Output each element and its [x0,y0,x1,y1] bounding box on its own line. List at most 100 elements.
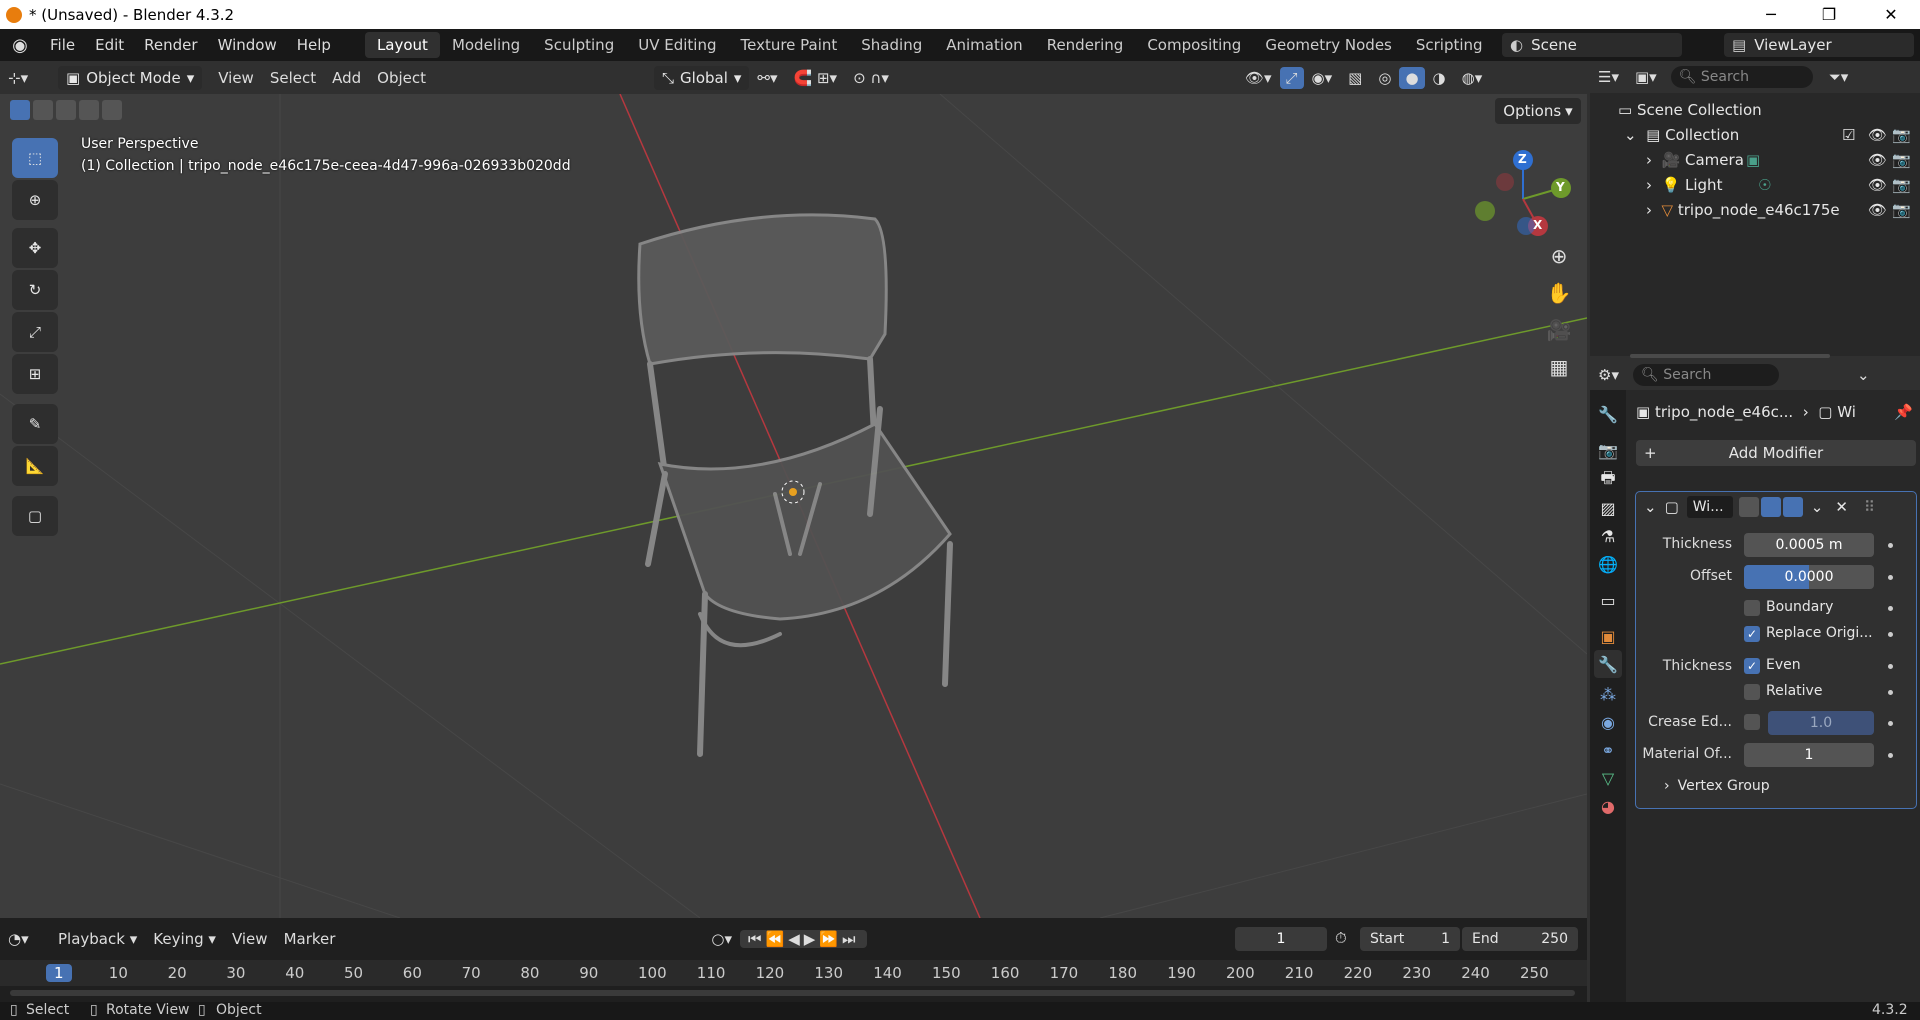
eye-icon[interactable]: 👁 [1868,126,1887,144]
tab-texture-paint[interactable]: Texture Paint [728,32,849,58]
keyframe-dot-icon[interactable] [1888,575,1893,580]
outliner-row-light[interactable]: › 💡 Light ☉ 👁 📷 [1590,172,1920,197]
scene-selector[interactable]: ◐ Scene [1502,33,1682,57]
tab-modeling[interactable]: Modeling [440,32,532,58]
tab-compositing[interactable]: Compositing [1135,32,1253,58]
outliner-row-scene-collection[interactable]: ▭ Scene Collection [1590,97,1920,122]
menu-edit[interactable]: Edit [85,36,134,54]
outliner-row-tripo-node[interactable]: › ▽ tripo_node_e46c175e 👁 📷 [1590,197,1920,222]
view-layer-tab-icon[interactable]: ▨ [1594,494,1622,522]
tab-rendering[interactable]: Rendering [1035,32,1136,58]
select-box-tool-icon[interactable]: ⬚ [12,138,58,178]
modifier-tab-icon[interactable]: 🔧 [1594,650,1622,678]
boundary-checkbox[interactable] [1744,600,1760,616]
thickness-field[interactable]: 0.0005 m [1744,533,1874,557]
zoom-icon[interactable]: ⊕ [1541,238,1577,274]
collection-tab-icon[interactable]: ▭ [1594,586,1622,614]
select-subtract-icon[interactable] [56,100,76,120]
visibility-icon[interactable]: 👁▾ [1237,69,1280,87]
menu-view[interactable]: View [210,69,262,87]
measure-tool-icon[interactable]: 📐 [12,446,58,486]
frame-ruler[interactable]: 1 10 20 30 40 50 60 70 80 90 100 110 120 130 140 150 160… [0,960,1587,986]
current-frame-field[interactable]: 1 [1235,927,1327,951]
keyframe-dot-icon[interactable] [1888,721,1893,726]
annotate-tool-icon[interactable]: ✎ [12,404,58,444]
replace-original-checkbox[interactable]: ✓ [1744,626,1760,642]
tab-layout[interactable]: Layout [364,32,440,58]
object-tab-icon[interactable]: ▣ [1594,622,1622,650]
add-cube-tool-icon[interactable]: ▢ [12,496,58,536]
move-tool-icon[interactable]: ✥ [12,228,58,268]
rotate-tool-icon[interactable]: ↻ [12,270,58,310]
pan-hand-icon[interactable]: ✋ [1541,275,1577,311]
keyframe-dot-icon[interactable] [1888,543,1893,548]
cursor-tool-icon[interactable]: ⊕ [12,180,58,220]
tab-sculpting[interactable]: Sculpting [532,32,626,58]
overlay-icon[interactable]: ◉▾ [1304,69,1341,87]
camera-render-icon[interactable]: 📷 [1892,176,1911,194]
tab-geometry-nodes[interactable]: Geometry Nodes [1253,32,1404,58]
material-offset-field[interactable]: 1 [1744,743,1874,767]
modifier-name-field[interactable]: Wi... [1686,496,1733,518]
include-checkbox-icon[interactable]: ☑ [1842,126,1855,144]
camera-view-icon[interactable]: 🎥 [1541,312,1577,348]
select-new-icon[interactable] [10,100,30,120]
select-invert-icon[interactable] [79,100,99,120]
menu-object[interactable]: Object [369,69,434,87]
maximize-button[interactable]: ❐ [1800,0,1858,29]
light-data-icon[interactable]: ☉ [1758,176,1771,194]
chevron-down-icon[interactable]: ⌄ [1849,366,1878,384]
tab-animation[interactable]: Animation [934,32,1034,58]
menu-window[interactable]: Window [208,36,287,54]
menu-playback[interactable]: Playback ▾ [50,930,145,948]
crease-edges-checkbox[interactable] [1744,714,1760,730]
constraints-tab-icon[interactable]: ⚭ [1594,736,1622,764]
viewport-toggle-icon[interactable] [1760,497,1781,517]
eye-icon[interactable]: 👁 [1868,151,1887,169]
camera-data-icon[interactable]: ▣ [1746,151,1760,169]
stopwatch-icon[interactable]: ⏱ [1335,929,1347,947]
outliner-scrollbar[interactable] [1630,354,1830,358]
chevron-down-icon[interactable]: ⌄ [1811,498,1824,516]
keyframe-dot-icon[interactable] [1888,606,1893,611]
proportional-edit-icon[interactable]: ⊙ ∩▾ [845,69,897,87]
display-mode-icon[interactable]: ▣▾ [1627,68,1665,86]
keyframe-dot-icon[interactable] [1888,664,1893,669]
particles-tab-icon[interactable]: ⁂ [1594,680,1622,708]
relative-checkbox[interactable] [1744,684,1760,700]
data-tab-icon[interactable]: ▽ [1594,764,1622,792]
minimize-button[interactable]: ─ [1742,0,1800,29]
keyframe-dot-icon[interactable] [1888,753,1893,758]
render-toggle-icon[interactable] [1782,497,1803,517]
physics-tab-icon[interactable]: ◉ [1594,708,1622,736]
ortho-grid-icon[interactable]: ▦ [1541,349,1577,385]
menu-marker[interactable]: Marker [276,930,344,948]
shading-solid-icon[interactable]: ● [1399,66,1425,89]
autokey-icon[interactable]: ○▾ [703,930,740,948]
3d-viewport[interactable]: User Perspective (1) Collection | tripo_… [0,94,1587,918]
blender-menu-icon[interactable]: ◉ [0,35,40,56]
keyframe-dot-icon[interactable] [1888,632,1893,637]
drag-handle-icon[interactable]: ⠿ [1864,498,1875,516]
shading-rendered-icon[interactable]: ◍▾ [1454,69,1491,87]
tab-shading[interactable]: Shading [849,32,934,58]
mode-dropdown[interactable]: ▣ Object Mode ▾ [58,65,203,90]
camera-render-icon[interactable]: 📷 [1892,151,1911,169]
gizmo-toggle-icon[interactable]: ⤢ [1279,66,1304,89]
tab-uv-editing[interactable]: UV Editing [626,32,728,58]
vertex-group-subpanel[interactable]: › Vertex Group [1664,778,1770,794]
material-tab-icon[interactable]: ◕ [1594,792,1622,820]
orientation-dropdown[interactable]: ⤡ Global ▾ [654,65,750,90]
camera-render-icon[interactable]: 📷 [1892,126,1911,144]
eye-icon[interactable]: 👁 [1868,201,1887,219]
shading-material-icon[interactable]: ◑ [1425,69,1454,87]
even-checkbox[interactable]: ✓ [1744,658,1760,674]
end-frame-field[interactable]: End 250 [1462,927,1578,951]
close-icon[interactable]: ✕ [1835,498,1848,516]
transform-tool-icon[interactable]: ⊞ [12,354,58,394]
outliner-row-camera[interactable]: › 🎥 Camera ▣ 👁 📷 [1590,147,1920,172]
editor-type-icon[interactable]: ⊹▾ [0,69,50,87]
pin-icon[interactable]: 📌 [1894,403,1913,421]
outliner-search-input[interactable]: 🔍︎ Search [1670,66,1813,88]
add-modifier-button[interactable]: + Add Modifier [1636,440,1916,466]
